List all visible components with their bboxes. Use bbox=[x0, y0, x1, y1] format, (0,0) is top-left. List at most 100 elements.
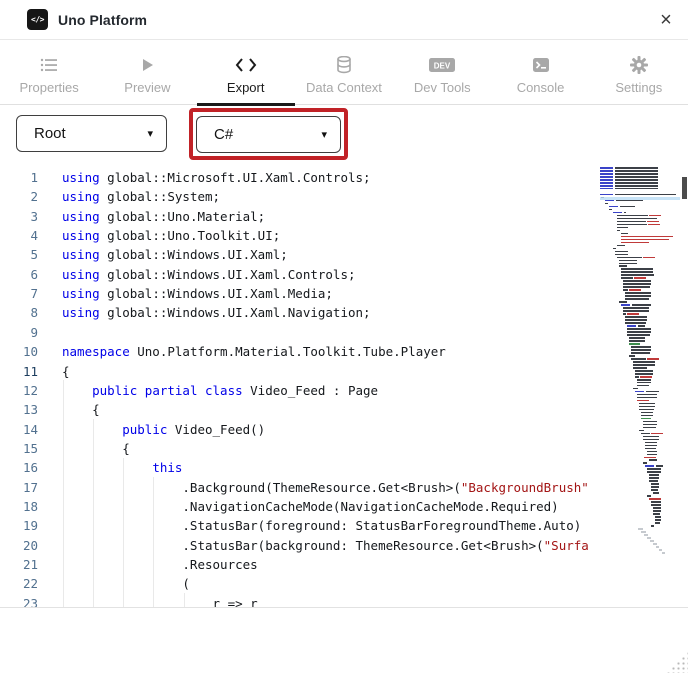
code-text: { bbox=[62, 362, 70, 381]
database-icon bbox=[336, 55, 352, 75]
code-line: 9 bbox=[0, 323, 600, 342]
minimap-line bbox=[627, 313, 639, 315]
minimap-line bbox=[647, 537, 651, 539]
code-editor[interactable]: 1using global::Microsoft.UI.Xaml.Control… bbox=[0, 163, 688, 608]
minimap-line bbox=[629, 289, 641, 291]
root-element-dropdown[interactable]: Root ▾ bbox=[16, 115, 167, 152]
tab-label: Settings bbox=[615, 80, 662, 95]
window-title: Uno Platform bbox=[58, 12, 147, 28]
minimap-line bbox=[647, 471, 661, 473]
code-line: 11 { bbox=[0, 362, 600, 381]
minimap-line bbox=[647, 454, 657, 456]
minimap-line bbox=[600, 185, 613, 187]
tab-console[interactable]: Console bbox=[491, 41, 589, 104]
minimap-line bbox=[633, 364, 655, 366]
code-line: 3using global::Uno.Material; bbox=[0, 207, 600, 226]
minimap[interactable] bbox=[600, 167, 680, 607]
scrollbar-thumb[interactable] bbox=[682, 177, 687, 199]
resize-grip-icon[interactable] bbox=[666, 651, 688, 673]
minimap-line bbox=[627, 331, 651, 333]
minimap-line bbox=[635, 373, 653, 375]
minimap-line bbox=[629, 355, 635, 357]
minimap-line bbox=[605, 200, 614, 202]
minimap-line bbox=[639, 406, 655, 408]
minimap-line bbox=[613, 248, 616, 250]
code-text: .NavigationCacheMode(NavigationCacheMode… bbox=[62, 497, 559, 516]
close-icon[interactable]: × bbox=[653, 7, 679, 33]
minimap-line bbox=[641, 433, 650, 435]
code-line: 10namespace Uno.Platform.Material.Toolki… bbox=[0, 342, 600, 361]
minimap-line bbox=[617, 224, 647, 226]
tab-label: Console bbox=[517, 80, 565, 95]
terminal-icon bbox=[532, 55, 550, 75]
minimap-line bbox=[629, 340, 645, 342]
line-number: 7 bbox=[0, 284, 38, 303]
line-number: 11 bbox=[0, 362, 38, 381]
minimap-line bbox=[637, 382, 651, 384]
minimap-line bbox=[617, 227, 628, 229]
tab-label: Export bbox=[227, 80, 265, 95]
tab-preview[interactable]: Preview bbox=[98, 41, 196, 104]
indent-guide bbox=[123, 458, 124, 608]
uno-logo-icon: </> bbox=[27, 9, 48, 30]
code-text: using global::Uno.Material; bbox=[62, 207, 265, 226]
minimap-line bbox=[651, 504, 661, 506]
minimap-line bbox=[644, 457, 656, 459]
code-text: .Resources bbox=[62, 555, 258, 574]
minimap-line bbox=[629, 337, 645, 339]
minimap-line bbox=[645, 448, 656, 450]
tab-properties[interactable]: Properties bbox=[0, 41, 98, 104]
minimap-line bbox=[619, 260, 637, 262]
chevron-down-icon: ▾ bbox=[147, 127, 153, 140]
minimap-line bbox=[647, 221, 659, 223]
line-number: 18 bbox=[0, 497, 38, 516]
minimap-line bbox=[600, 179, 613, 181]
code-line: 1using global::Microsoft.UI.Xaml.Control… bbox=[0, 168, 600, 187]
minimap-line bbox=[653, 507, 661, 509]
tab-bar: PropertiesPreview Export Data ContextDEVDe… bbox=[0, 41, 688, 105]
minimap-line bbox=[651, 486, 659, 488]
minimap-line bbox=[640, 376, 652, 378]
svg-text:DEV: DEV bbox=[434, 61, 451, 70]
tab-settings[interactable]: Settings bbox=[590, 41, 688, 104]
code-text: using global::Windows.UI.Xaml.Navigation… bbox=[62, 303, 371, 322]
minimap-line bbox=[621, 242, 649, 244]
minimap-line bbox=[645, 445, 657, 447]
code-line: 14 public Video_Feed() bbox=[0, 420, 600, 439]
minimap-line bbox=[647, 495, 651, 497]
minimap-line bbox=[637, 397, 657, 399]
line-number: 20 bbox=[0, 536, 38, 555]
line-number: 4 bbox=[0, 226, 38, 245]
minimap-line bbox=[609, 206, 618, 208]
minimap-line bbox=[637, 394, 657, 396]
code-line: 15 { bbox=[0, 439, 600, 458]
code-text: { bbox=[62, 439, 130, 458]
minimap-line bbox=[655, 516, 661, 518]
minimap-line bbox=[639, 430, 644, 432]
tab-export[interactable]: Export bbox=[197, 41, 295, 104]
tab-data-context[interactable]: Data Context bbox=[295, 41, 393, 104]
minimap-line bbox=[643, 439, 659, 441]
line-number: 19 bbox=[0, 516, 38, 535]
code-line: 16 this bbox=[0, 458, 600, 477]
minimap-line bbox=[635, 370, 653, 372]
tab-dev-tools[interactable]: DEVDev Tools bbox=[393, 41, 491, 104]
minimap-line bbox=[615, 179, 658, 181]
code-text: public partial class Video_Feed : Page bbox=[62, 381, 378, 400]
minimap-line bbox=[621, 236, 673, 238]
minimap-line bbox=[641, 412, 653, 414]
minimap-line bbox=[643, 257, 655, 259]
minimap-line bbox=[649, 459, 657, 461]
line-number: 23 bbox=[0, 594, 38, 608]
editor-scrollbar[interactable] bbox=[681, 163, 688, 608]
minimap-line bbox=[643, 421, 657, 423]
minimap-line bbox=[625, 322, 646, 324]
minimap-line bbox=[641, 418, 651, 420]
annotation-box-language-dropdown bbox=[189, 108, 348, 160]
minimap-line bbox=[619, 263, 637, 265]
code-line: 4using global::Uno.Toolkit.UI; bbox=[0, 226, 600, 245]
code-line: 8using global::Windows.UI.Xaml.Navigatio… bbox=[0, 303, 600, 322]
minimap-line bbox=[649, 498, 661, 500]
indent-guide bbox=[153, 477, 154, 608]
minimap-line bbox=[631, 352, 650, 354]
